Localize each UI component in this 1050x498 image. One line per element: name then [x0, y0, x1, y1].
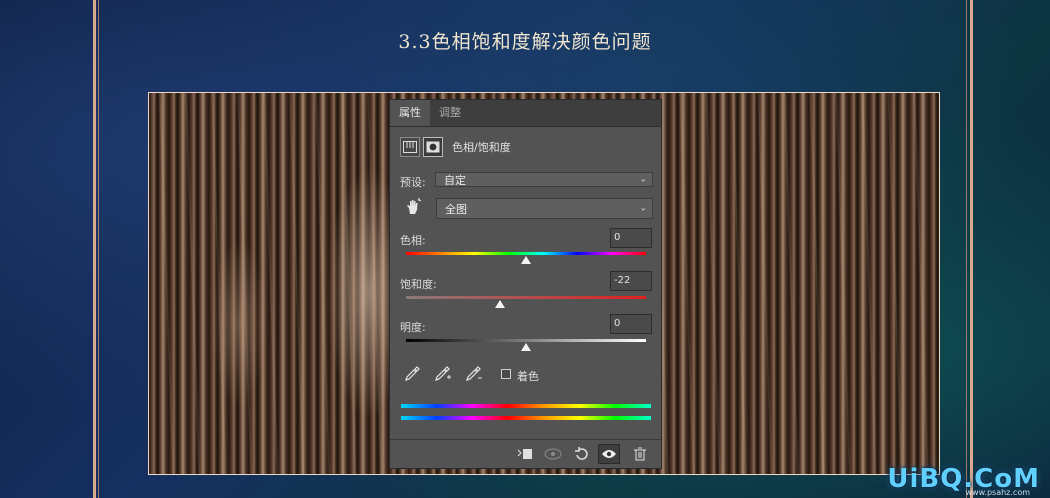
eye-icon[interactable]: [598, 444, 620, 464]
eyedropper-plus-icon[interactable]: [434, 366, 452, 385]
eyedropper-icon[interactable]: [404, 366, 420, 385]
frame-border-left-inner: [98, 0, 99, 498]
saturation-slider-thumb[interactable]: [494, 300, 505, 308]
trash-icon[interactable]: [629, 444, 651, 464]
frame-border-left: [93, 0, 96, 498]
output-color-bar: [401, 416, 651, 420]
reset-icon[interactable]: [570, 444, 592, 464]
hue-saturation-icon[interactable]: [400, 137, 420, 157]
channel-select[interactable]: 全图 ⌄: [436, 198, 653, 219]
clip-to-layer-icon[interactable]: [514, 444, 536, 464]
frame-border-right-inner: [966, 0, 967, 498]
preset-value: 自定: [444, 173, 466, 187]
hue-slider-track[interactable]: [406, 252, 646, 255]
input-color-bar: [401, 404, 651, 408]
adjustment-title-row: 色相/饱和度: [400, 136, 511, 158]
chevron-down-icon: ⌄: [639, 174, 647, 184]
lightness-value-field[interactable]: 0: [610, 314, 652, 334]
eyedropper-minus-icon[interactable]: [465, 366, 483, 385]
adjustment-title: 色相/饱和度: [452, 141, 511, 154]
hue-value-field[interactable]: 0: [610, 228, 652, 248]
view-previous-state-icon[interactable]: [542, 444, 564, 464]
preset-select[interactable]: 自定 ⌄: [435, 172, 653, 187]
frame-border-right: [970, 0, 973, 498]
chevron-down-icon: ⌄: [639, 203, 647, 213]
site-watermark-url: www.psahz.com: [965, 488, 1030, 497]
panel-tabs: 属性 调整: [390, 100, 661, 127]
targeted-adjustment-hand-icon[interactable]: [404, 198, 422, 219]
page-heading: 3.3色相饱和度解决颜色问题: [398, 31, 652, 53]
channel-value: 全图: [445, 202, 467, 216]
saturation-value-field[interactable]: -22: [610, 271, 652, 291]
colorize-label: 着色: [517, 370, 539, 383]
mask-icon[interactable]: [423, 137, 443, 157]
hue-slider-thumb[interactable]: [521, 256, 531, 264]
saturation-label: 饱和度:: [400, 278, 437, 291]
lightness-slider-thumb[interactable]: [521, 343, 531, 351]
preset-label: 预设:: [400, 176, 426, 189]
properties-panel: 属性 调整 色相/饱和度 预设: 自定 ⌄ 全图 ⌄ 色相: 0 饱和度: -2…: [389, 99, 662, 469]
tab-adjustments[interactable]: 调整: [430, 100, 470, 126]
lightness-slider-track[interactable]: [406, 339, 646, 342]
lightness-label: 明度:: [400, 321, 426, 334]
panel-footer: [390, 439, 661, 468]
hue-label: 色相:: [400, 234, 426, 247]
saturation-slider-track[interactable]: [406, 296, 646, 299]
tab-properties[interactable]: 属性: [390, 100, 430, 126]
colorize-checkbox[interactable]: [501, 369, 511, 379]
